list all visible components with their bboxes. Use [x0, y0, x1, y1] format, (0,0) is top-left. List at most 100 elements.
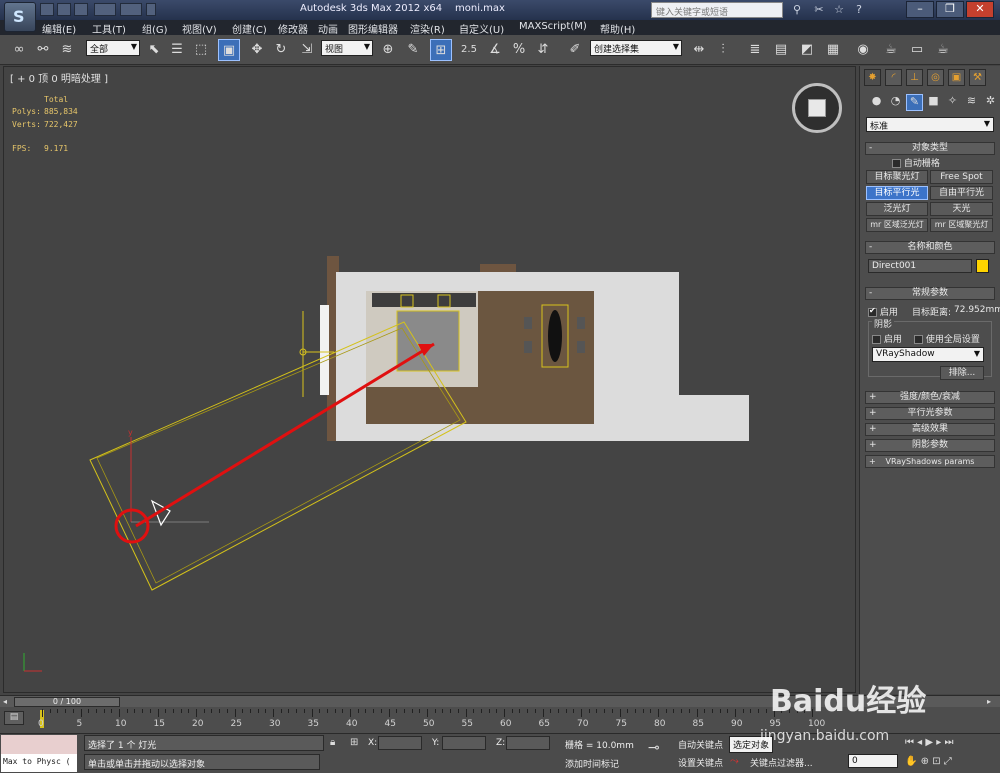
autogrid-checkbox[interactable]: 自动栅格: [892, 156, 940, 169]
set-key-button[interactable]: 设置关键点: [678, 756, 723, 769]
pivot-center-icon[interactable]: ⊕: [377, 39, 399, 61]
window-crossing-icon[interactable]: ▣: [218, 39, 240, 61]
y-coord-field[interactable]: [442, 736, 486, 750]
exclude-button[interactable]: 排除...: [940, 366, 984, 380]
time-slider-thumb[interactable]: 0 / 100: [14, 697, 120, 707]
rect-selection-icon[interactable]: ⬚: [190, 39, 212, 61]
curve-editor-icon[interactable]: ◩: [796, 39, 818, 61]
new-file-icon[interactable]: [40, 3, 54, 16]
render-production-icon[interactable]: ☕: [932, 39, 954, 61]
helpers-icon[interactable]: ✧: [944, 94, 961, 111]
free-spot-button[interactable]: Free Spot: [930, 170, 993, 184]
key-filters-button[interactable]: 关键点过滤器...: [750, 756, 813, 769]
utilities-tab-icon[interactable]: ⚒: [969, 69, 986, 86]
minimize-icon[interactable]: –: [906, 1, 934, 18]
shapes-icon[interactable]: ◔: [887, 94, 904, 111]
snap-toggle-icon[interactable]: 2.5: [458, 39, 480, 61]
menu-views[interactable]: 视图(V): [182, 21, 217, 36]
modify-tab-icon[interactable]: ◜: [885, 69, 902, 86]
play-controls-icon[interactable]: ⏮ ◂ ▶ ▸ ⏭: [905, 737, 953, 748]
hierarchy-tab-icon[interactable]: ⊥: [906, 69, 923, 86]
menu-create[interactable]: 创建(C): [232, 21, 267, 36]
binoculars-icon[interactable]: ⚲: [790, 3, 804, 17]
menu-customize[interactable]: 自定义(U): [459, 21, 504, 36]
lights-icon[interactable]: ✎: [906, 94, 923, 111]
object-name-field[interactable]: Direct001: [868, 259, 972, 273]
selection-filter-dropdown[interactable]: 全部 ▼: [86, 40, 140, 56]
display-tab-icon[interactable]: ▣: [948, 69, 965, 86]
named-selection-dropdown[interactable]: 创建选择集 ▼: [590, 40, 682, 56]
spinner-snap-icon[interactable]: ⇵: [532, 39, 554, 61]
space-warps-icon[interactable]: ≋: [963, 94, 980, 111]
unlink-icon[interactable]: ⚯: [32, 39, 54, 61]
create-tab-icon[interactable]: ✸: [864, 69, 881, 86]
viewport-nav-icon[interactable]: ✋ ⊕ ⊡ ⤢: [905, 756, 952, 767]
redo-icon[interactable]: [120, 3, 142, 16]
x-coord-field[interactable]: [378, 736, 422, 750]
auto-key-button[interactable]: 自动关键点: [678, 738, 723, 751]
current-frame-field[interactable]: 0: [848, 754, 898, 768]
key-icon[interactable]: ⊸: [648, 740, 660, 756]
mr-area-spot-button[interactable]: mr 区域聚光灯: [930, 218, 993, 232]
key-curve-icon[interactable]: ⤳: [730, 754, 739, 768]
restore-icon[interactable]: ❐: [936, 1, 964, 18]
layer-manager-icon[interactable]: ≣: [744, 39, 766, 61]
shadow-params-rollout[interactable]: + 阴影参数: [865, 439, 995, 452]
free-direct-button[interactable]: 自由平行光: [930, 186, 993, 200]
search-input[interactable]: 键入关键字或短语: [651, 2, 783, 18]
shadow-type-dropdown[interactable]: VRayShadow ▼: [872, 347, 984, 362]
menu-maxscript[interactable]: MAXScript(M): [519, 21, 587, 32]
rotate-icon[interactable]: ↻: [270, 39, 292, 61]
mini-curve-editor-icon[interactable]: ▤: [4, 711, 24, 725]
object-type-rollout[interactable]: - 对象类型: [865, 142, 995, 155]
app-logo-icon[interactable]: S: [4, 2, 36, 32]
tools-icon[interactable]: ✂: [812, 3, 826, 17]
intensity-rollout[interactable]: + 强度/颜色/衰减: [865, 391, 995, 404]
save-file-icon[interactable]: [74, 3, 88, 16]
mr-area-omni-button[interactable]: mr 区域泛光灯: [866, 218, 928, 232]
advanced-effects-rollout[interactable]: + 高级效果: [865, 423, 995, 436]
cameras-icon[interactable]: ■: [925, 94, 942, 111]
menu-help[interactable]: 帮助(H): [600, 21, 635, 36]
lock-selection-icon[interactable]: 🔒︎: [330, 737, 335, 748]
target-direct-button[interactable]: 目标平行光: [866, 186, 928, 200]
skylight-button[interactable]: 天光: [930, 202, 993, 216]
rendered-frame-icon[interactable]: ▭: [906, 39, 928, 61]
time-next-icon[interactable]: ▸: [987, 697, 991, 706]
render-setup-icon[interactable]: ☕: [880, 39, 902, 61]
omni-button[interactable]: 泛光灯: [866, 202, 928, 216]
z-coord-field[interactable]: [506, 736, 550, 750]
menu-tools[interactable]: 工具(T): [92, 21, 126, 36]
edit-named-sel-icon[interactable]: ✐: [564, 39, 586, 61]
light-category-dropdown[interactable]: 标准 ▼: [866, 117, 994, 132]
target-spot-button[interactable]: 目标聚光灯: [866, 170, 928, 184]
systems-icon[interactable]: ✲: [982, 94, 999, 111]
menu-rendering[interactable]: 渲染(R): [410, 21, 445, 36]
close-icon[interactable]: ✕: [966, 1, 994, 18]
undo-icon[interactable]: [94, 3, 116, 16]
time-prev-icon[interactable]: ◂: [3, 697, 7, 706]
star-icon[interactable]: ☆: [832, 3, 846, 17]
menu-modifiers[interactable]: 修改器: [278, 21, 308, 36]
ribbon-icon[interactable]: ▤: [770, 39, 792, 61]
keyboard-shortcut-icon[interactable]: ⊞: [430, 39, 452, 61]
link-icon[interactable]: ∞: [8, 39, 30, 61]
absolute-mode-icon[interactable]: ⊞: [350, 737, 358, 748]
menu-group[interactable]: 组(G): [142, 21, 168, 36]
general-params-rollout[interactable]: - 常规参数: [865, 287, 995, 300]
geometry-icon[interactable]: ●: [868, 94, 885, 111]
move-icon[interactable]: ✥: [246, 39, 268, 61]
manipulate-icon[interactable]: ✎: [402, 39, 424, 61]
name-color-rollout[interactable]: - 名称和颜色: [865, 241, 995, 254]
menu-graph-editors[interactable]: 图形编辑器: [348, 21, 398, 36]
percent-snap-icon[interactable]: %: [508, 39, 530, 61]
add-time-tag[interactable]: 添加时间标记: [565, 757, 619, 770]
mirror-icon[interactable]: ⇹: [688, 39, 710, 61]
vrayshadows-rollout[interactable]: + VRayShadows params: [865, 455, 995, 468]
maxscript-listener[interactable]: [1, 735, 77, 754]
maxscript-output[interactable]: Max to Physc (: [1, 754, 77, 772]
angle-snap-icon[interactable]: ∡: [484, 39, 506, 61]
select-object-icon[interactable]: ⬉: [143, 39, 165, 61]
material-editor-icon[interactable]: ◉: [852, 39, 874, 61]
ref-coord-dropdown[interactable]: 视图 ▼: [321, 40, 373, 56]
